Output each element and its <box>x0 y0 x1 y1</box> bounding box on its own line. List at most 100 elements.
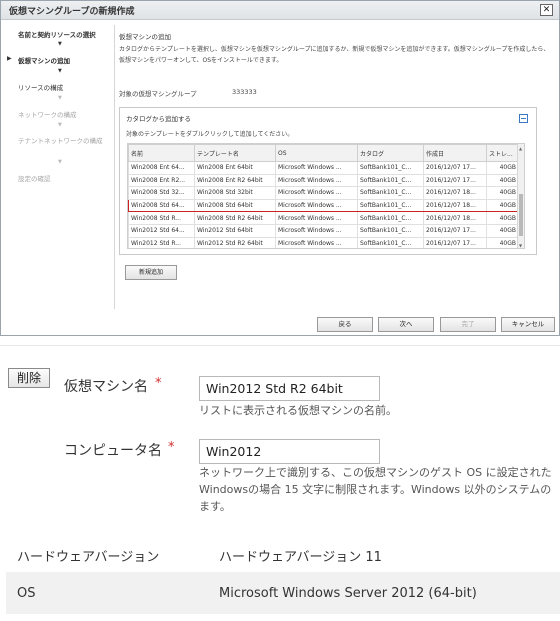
cell-os: Microsoft Windows ... <box>275 186 358 200</box>
collapse-icon[interactable] <box>519 114 528 123</box>
scroll-up-icon[interactable]: ▲ <box>519 146 522 151</box>
wizard-step-label: 設定の確認 <box>18 175 51 183</box>
cell-created: 2016/12/07 17... <box>423 236 487 248</box>
step-arrow-icon: ▼ <box>58 41 62 47</box>
catalog-panel: カタログから追加する 対象のテンプレートをダブルクリックして追加してください。 … <box>119 107 537 255</box>
table-scrollbar[interactable]: ▲ ▼ <box>517 144 524 248</box>
cell-name: Win2008 Std 64... <box>128 198 195 213</box>
cell-created: 2016/12/07 18... <box>423 211 487 225</box>
step-arrow-icon: ▼ <box>58 95 62 101</box>
os-value: Microsoft Windows Server 2012 (64-bit) <box>219 586 477 601</box>
cell-storage: 40GB <box>486 236 519 248</box>
cell-storage: 40GB <box>486 223 519 238</box>
table-row[interactable]: Win2008 Std R... Win2008 Std R2 64bit Mi… <box>128 211 519 225</box>
cell-catalog: SoftBank101_C... <box>357 198 424 213</box>
table-row[interactable]: Win2012 Std R... Win2012 Std R2 64bit Mi… <box>128 236 519 248</box>
wizard-step-label: テナントネットワークの構成 <box>18 137 103 145</box>
required-mark: * <box>168 440 175 455</box>
new-vm-group-dialog: 仮想マシングループの新規作成 ✕ 名前と契約リソースの選択 ▼ ▶ 仮想マシンの… <box>0 0 560 336</box>
column-header-created[interactable]: 作成日 <box>423 144 487 162</box>
computer-name-label: コンピュータ名 <box>64 443 162 459</box>
table-row[interactable]: Win2012 Std 64... Win2012 Std 64bit Micr… <box>128 223 519 238</box>
cell-name: Win2008 Std R... <box>128 211 195 225</box>
step-arrow-icon: ▼ <box>58 68 62 74</box>
add-vm-content: 仮想マシンの追加 カタログからテンプレートを選択し、仮想マシンを仮想マシングルー… <box>119 21 555 311</box>
cell-template: Win2008 Std R2 64bit <box>194 211 276 225</box>
cell-template: Win2012 Std R2 64bit <box>194 236 276 248</box>
table-row-selected[interactable]: Win2008 Std 64... Win2008 Std 64bit Micr… <box>128 198 519 213</box>
cell-storage: 40GB <box>486 198 519 213</box>
cell-os: Microsoft Windows ... <box>275 198 358 213</box>
wizard-steps: 名前と契約リソースの選択 ▼ ▶ 仮想マシンの追加 ▼ リソースの構成 ▼ ネッ… <box>1 21 111 311</box>
table-row[interactable]: Win2008 Ent R2... Win2008 Ent R2 64bit M… <box>128 173 519 188</box>
template-table: 名前 テンプレート名 OS カタログ 作成日 ストレ... Win2008 En… <box>127 143 525 249</box>
wizard-divider <box>114 25 115 309</box>
required-mark: * <box>155 376 162 391</box>
cell-catalog: SoftBank101_C... <box>357 186 424 200</box>
cancel-button[interactable]: キャンセル <box>501 317 555 332</box>
cell-os: Microsoft Windows ... <box>275 173 358 188</box>
dialog-titlebar: 仮想マシングループの新規作成 ✕ <box>1 1 559 20</box>
cell-created: 2016/12/07 18... <box>423 186 487 200</box>
step-arrow-icon: ▼ <box>58 159 62 165</box>
table-header-row: 名前 テンプレート名 OS カタログ 作成日 ストレ... <box>128 144 519 162</box>
new-add-button[interactable]: 新規追加 <box>125 265 177 280</box>
target-group-label: 対象の仮想マシングループ <box>119 90 197 98</box>
cell-os: Microsoft Windows ... <box>275 211 358 225</box>
cell-os: Microsoft Windows ... <box>275 236 358 248</box>
cell-created: 2016/12/07 18... <box>423 198 487 213</box>
cell-catalog: SoftBank101_C... <box>357 211 424 225</box>
wizard-step-label: 名前と契約リソースの選択 <box>18 31 96 39</box>
back-button[interactable]: 戻る <box>317 317 373 332</box>
table-row[interactable]: Win2008 Std 32... Win2008 Std 32bit Micr… <box>128 186 519 200</box>
cell-catalog: SoftBank101_C... <box>357 173 424 188</box>
cell-name: Win2012 Std 64... <box>128 223 195 238</box>
table-row[interactable]: Win2008 Ent 64... Win2008 Ent 64bit Micr… <box>128 161 519 175</box>
column-header-template[interactable]: テンプレート名 <box>194 144 276 162</box>
wizard-step-label: ネットワークの構成 <box>18 111 77 119</box>
hw-version-label: ハードウェアバージョン <box>17 550 160 565</box>
vm-properties-panel: 削除 仮想マシン名 * リストに表示される仮想マシンの名前。 コンピュータ名 *… <box>0 345 560 621</box>
cell-storage: 40GB <box>486 186 519 200</box>
column-header-name[interactable]: 名前 <box>128 144 195 162</box>
hw-version-value: ハードウェアバージョン 11 <box>219 550 382 565</box>
cell-name: Win2008 Std 32... <box>128 186 195 200</box>
column-header-catalog[interactable]: カタログ <box>357 144 424 162</box>
next-button[interactable]: 次へ <box>378 317 434 332</box>
computer-name-help-line3: ます。 <box>199 500 231 513</box>
delete-button[interactable]: 削除 <box>8 368 50 388</box>
column-header-storage[interactable]: ストレ... <box>486 144 519 162</box>
section-description: カタログからテンプレートを選択し、仮想マシンを仮想マシングループに追加するか、新… <box>119 46 550 64</box>
computer-name-input[interactable] <box>199 439 380 464</box>
computer-name-help-line1: ネットワーク上で識別する、この仮想マシンのゲスト OS に設定された <box>199 466 552 479</box>
cell-storage: 40GB <box>486 211 519 225</box>
cell-created: 2016/12/07 17... <box>423 223 487 238</box>
scroll-down-icon[interactable]: ▼ <box>519 243 522 248</box>
os-label: OS <box>17 586 36 601</box>
vm-name-input[interactable] <box>199 376 380 401</box>
dialog-title: 仮想マシングループの新規作成 <box>9 7 135 17</box>
cell-catalog: SoftBank101_C... <box>357 223 424 238</box>
close-icon[interactable]: ✕ <box>540 4 553 16</box>
cell-template: Win2008 Std 64bit <box>194 198 276 213</box>
cell-catalog: SoftBank101_C... <box>357 161 424 175</box>
vm-name-label: 仮想マシン名 <box>64 379 148 395</box>
cell-name: Win2008 Ent R2... <box>128 173 195 188</box>
vm-name-help: リストに表示される仮想マシンの名前。 <box>199 404 397 417</box>
cell-template: Win2008 Ent R2 64bit <box>194 173 276 188</box>
catalog-panel-title: カタログから追加する <box>126 115 191 123</box>
cell-created: 2016/12/07 17... <box>423 173 487 188</box>
cell-created: 2016/12/07 17... <box>423 161 487 175</box>
section-title: 仮想マシンの追加 <box>119 33 171 41</box>
cell-name: Win2008 Ent 64... <box>128 161 195 175</box>
finish-button[interactable]: 完了 <box>440 317 496 332</box>
column-header-os[interactable]: OS <box>275 144 358 162</box>
cell-template: Win2008 Ent 64bit <box>194 161 276 175</box>
scrollbar-thumb[interactable] <box>519 194 523 236</box>
cell-template: Win2012 Std 64bit <box>194 223 276 238</box>
computer-name-help-line2: Windowsの場合 15 文字に制限されます。Windows 以外のシステムの <box>199 483 552 496</box>
current-step-icon: ▶ <box>7 55 12 62</box>
step-arrow-icon: ▼ <box>58 122 62 128</box>
wizard-step-label: 仮想マシンの追加 <box>18 57 70 65</box>
cell-storage: 40GB <box>486 161 519 175</box>
